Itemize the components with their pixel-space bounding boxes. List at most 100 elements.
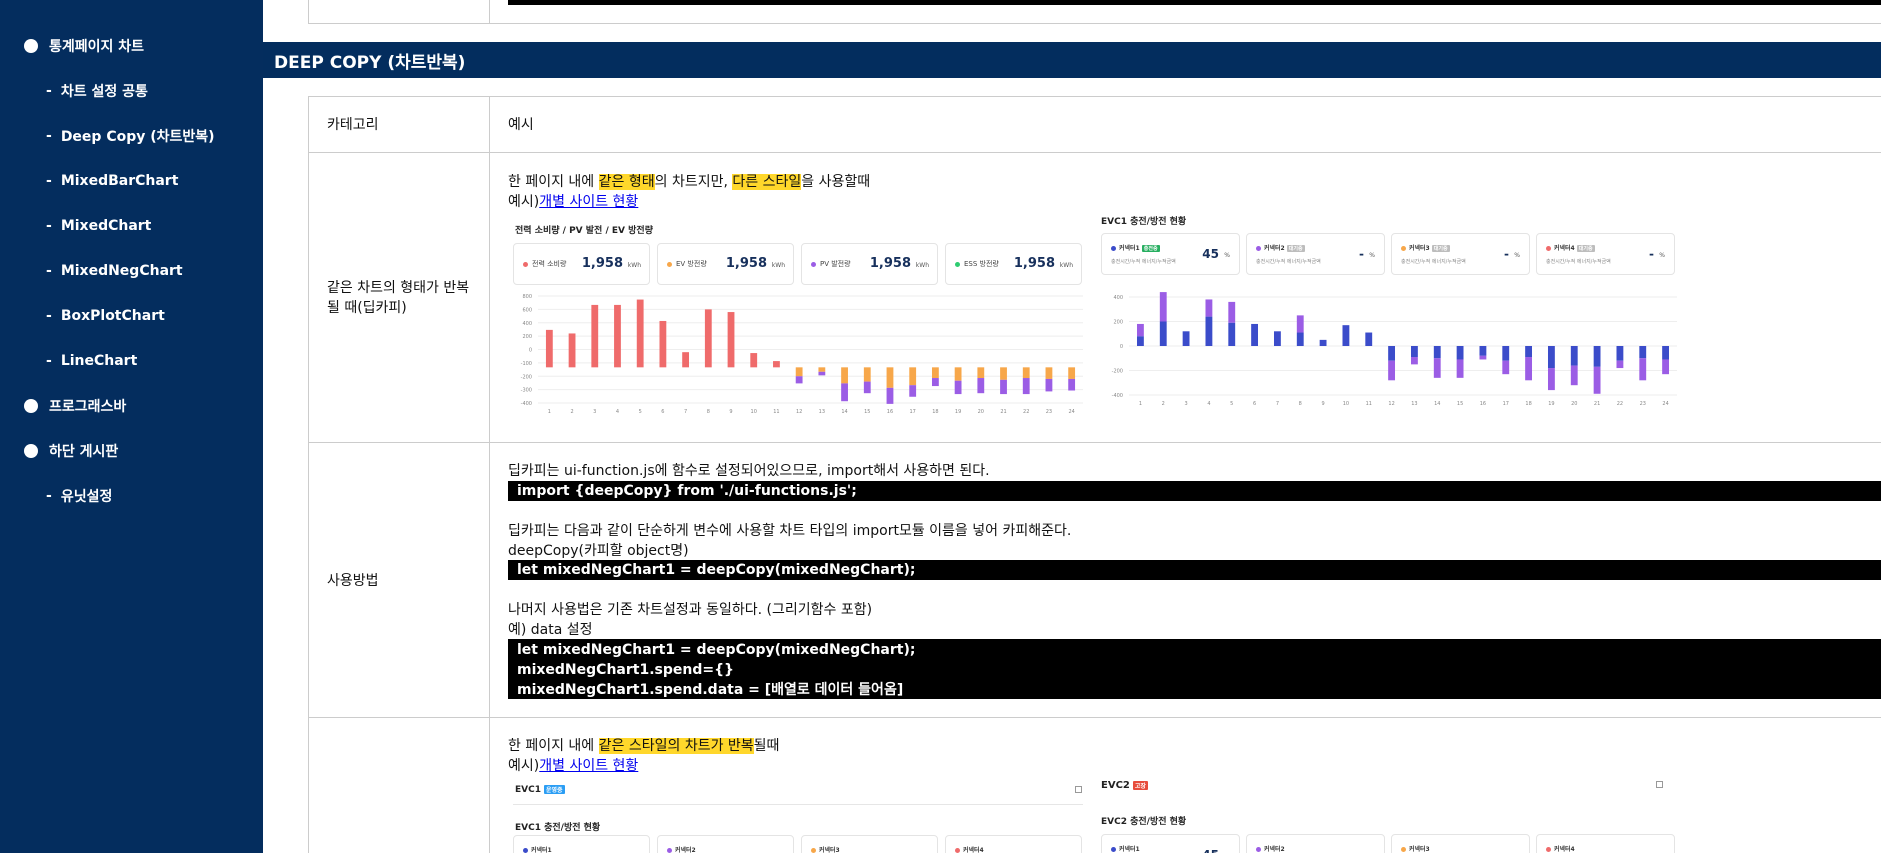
x-tick-label: 8 bbox=[1299, 401, 1302, 407]
legend-dot-icon bbox=[1256, 246, 1261, 251]
bar bbox=[841, 367, 848, 384]
kpi-sub: 충전시간/누적 에너지/누적금액 bbox=[1256, 259, 1321, 265]
sidebar-item-mixed-neg-chart[interactable]: - MixedNegChart bbox=[46, 257, 183, 285]
x-tick-label: 13 bbox=[1411, 401, 1417, 407]
text: 한 페이지 내에 bbox=[508, 738, 599, 754]
bar bbox=[1228, 301, 1236, 323]
sidebar-item-line-chart[interactable]: - LineChart bbox=[46, 347, 137, 375]
highlight-text: 같은 형태 bbox=[598, 174, 655, 190]
text: 한 페이지 내에 bbox=[508, 174, 599, 190]
x-tick-label: 5 bbox=[639, 409, 642, 413]
row1-example-line: 예시)개별 사이트 현황 bbox=[508, 191, 638, 211]
site-status-link[interactable]: 개별 사이트 현황 bbox=[539, 758, 638, 774]
code-block-data: let mixedNegChart1 = deepCopy(mixedNegCh… bbox=[508, 639, 1881, 699]
x-tick-label: 20 bbox=[1571, 401, 1577, 407]
kpi-unit: kWh bbox=[1059, 262, 1073, 269]
bar bbox=[1616, 346, 1624, 361]
kpi-label: 커넥터2 bbox=[675, 847, 696, 853]
kpi-value: 1,958 bbox=[1013, 256, 1055, 271]
sidebar-item-unit-setting[interactable]: - 유닛설정 bbox=[46, 482, 112, 510]
kpi-card: EV 방전량 1,958 kWh bbox=[657, 243, 794, 285]
row1-category: 같은 차트의 형태가 반복 될 때(딥카피) bbox=[327, 280, 470, 316]
card-subtitle: EVC1 충전/방전 현황 bbox=[515, 823, 601, 833]
kpi-unit: kWh bbox=[627, 262, 641, 269]
status-badge: 운영중 bbox=[543, 785, 565, 794]
kpi-value: 45 bbox=[1202, 247, 1219, 261]
y-tick-label: -400 bbox=[1112, 393, 1123, 399]
bar bbox=[1639, 358, 1647, 381]
x-tick-label: 19 bbox=[955, 409, 961, 413]
header-example: 예시 bbox=[508, 117, 534, 133]
sidebar-item-deep-copy[interactable]: - Deep Copy (차트반복) bbox=[46, 122, 215, 150]
x-tick-label: 19 bbox=[1548, 401, 1554, 407]
chart-image-evc2-card: EVC2고장 EVC2 충전/방전 현황 커넥터1 45 커넥터2 커넥터3 커넥… bbox=[1099, 776, 1679, 853]
sidebar-item-label: BoxPlotChart bbox=[60, 308, 165, 324]
card-title: EVC1 운영중 bbox=[515, 785, 565, 795]
y-tick-label: 800 bbox=[522, 294, 532, 300]
bar bbox=[818, 371, 826, 376]
kpi-label: 커넥터1 bbox=[531, 847, 552, 853]
dash-icon: - bbox=[46, 263, 52, 279]
kpi-card: 커넥터2 bbox=[1246, 834, 1385, 853]
x-tick-label: 4 bbox=[616, 409, 619, 413]
x-tick-label: 5 bbox=[1230, 401, 1233, 407]
site-status-link[interactable]: 개별 사이트 현황 bbox=[539, 194, 638, 210]
x-tick-label: 2 bbox=[1162, 401, 1165, 407]
kpi-label: 커넥터1 충전중 bbox=[1119, 243, 1160, 252]
x-tick-label: 2 bbox=[570, 409, 573, 413]
code-line: mixedNegChart1.spend={} bbox=[517, 662, 735, 678]
external-link-icon[interactable] bbox=[1075, 786, 1082, 793]
chart-title: EVC1 충전/방전 현황 bbox=[1101, 217, 1187, 227]
text: 커넥터4 bbox=[1554, 245, 1575, 252]
kpi-card: 커넥터2 대기중 충전시간/누적 에너지/누적금액 -% bbox=[1246, 233, 1385, 275]
sidebar-item-chart-common[interactable]: - 차트 설정 공통 bbox=[46, 77, 148, 105]
x-tick-label: 7 bbox=[684, 409, 687, 413]
code-block-deepcopy: let mixedNegChart1 = deepCopy(mixedNegCh… bbox=[508, 560, 1881, 580]
kpi-label: ESS 방전량 bbox=[964, 260, 999, 268]
x-tick-label: 24 bbox=[1662, 401, 1668, 407]
x-tick-label: 20 bbox=[978, 409, 984, 413]
x-tick-label: 10 bbox=[751, 409, 757, 413]
sidebar-item-progress-bar[interactable]: 프로그래스바 bbox=[24, 392, 126, 420]
sidebar-item-mixed-bar-chart[interactable]: - MixedBarChart bbox=[46, 167, 178, 195]
dash-icon: - bbox=[46, 83, 52, 99]
bar bbox=[1662, 346, 1670, 360]
legend-dot-icon bbox=[1546, 246, 1551, 251]
x-tick-label: 3 bbox=[593, 409, 596, 413]
bar bbox=[545, 329, 553, 368]
bar bbox=[1616, 360, 1624, 369]
table-border bbox=[308, 96, 1881, 97]
kpi-value: - bbox=[1359, 247, 1364, 261]
status-badge: 대기중 bbox=[1431, 245, 1450, 252]
bullet-icon bbox=[24, 39, 38, 53]
sidebar-item-label: MixedChart bbox=[60, 218, 152, 234]
bar bbox=[1068, 367, 1076, 379]
x-tick-label: 1 bbox=[548, 409, 551, 413]
bar bbox=[841, 383, 848, 402]
chart-image-evc1-card: EVC1 운영중 EVC1 충전/방전 현황 커넥터1 커넥터2 커넥터3 커넥터… bbox=[508, 780, 1088, 853]
y-tick-label: 0 bbox=[1120, 344, 1123, 350]
external-link-icon[interactable] bbox=[1656, 781, 1663, 788]
y-tick-label: -200 bbox=[521, 374, 532, 380]
text: 예시) bbox=[508, 194, 540, 210]
sidebar-item-bottom-board[interactable]: 하단 게시판 bbox=[24, 437, 118, 465]
row2-paragraph: 나머지 사용법은 기존 차트설정과 동일하다. (그리기함수 포함) bbox=[508, 602, 873, 618]
sidebar-item-mixed-chart[interactable]: - MixedChart bbox=[46, 212, 151, 240]
bar bbox=[1205, 316, 1213, 346]
sidebar-item-boxplot-chart[interactable]: - BoxPlotChart bbox=[46, 302, 165, 330]
kpi-card: 커넥터4 대기중 충전시간/누적 에너지/누적금액 -% bbox=[1536, 233, 1675, 275]
table-border bbox=[308, 23, 1881, 24]
table-border bbox=[308, 152, 1881, 153]
bar bbox=[954, 380, 962, 395]
bar bbox=[1502, 346, 1510, 361]
bar bbox=[931, 367, 939, 379]
kpi-unit: kWh bbox=[771, 262, 785, 269]
bar bbox=[1456, 346, 1464, 360]
bar bbox=[1365, 332, 1373, 346]
bar bbox=[1525, 357, 1533, 381]
kpi-label: 커넥터4 대기중 bbox=[1554, 243, 1595, 252]
bar bbox=[1273, 331, 1281, 346]
kpi-label: 커넥터4 bbox=[963, 847, 984, 853]
sidebar-item-label: 하단 게시판 bbox=[49, 444, 119, 460]
sidebar-item-stats-chart[interactable]: 통계페이지 차트 bbox=[24, 32, 144, 60]
